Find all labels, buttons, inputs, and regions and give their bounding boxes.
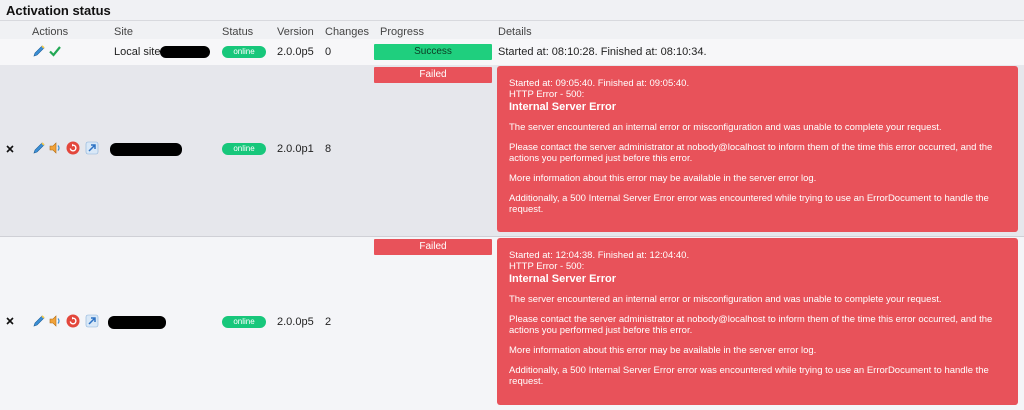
version-text: 2.0.0p5	[277, 316, 314, 328]
title-divider	[0, 20, 1024, 21]
open-site-icon[interactable]	[85, 314, 99, 328]
close-icon[interactable]	[4, 315, 16, 327]
edit-icon[interactable]	[32, 44, 46, 58]
edit-icon[interactable]	[32, 141, 46, 155]
error-paragraph: Additionally, a 500 Internal Server Erro…	[509, 365, 989, 387]
changes-count: 0	[325, 46, 332, 58]
header-version: Version	[277, 26, 314, 38]
header-changes: Changes	[325, 26, 370, 38]
progress-bar: Success	[374, 44, 492, 60]
error-http-code: HTTP Error - 500:	[509, 261, 585, 272]
version-text: 2.0.0p1	[277, 143, 314, 155]
redacted-text	[160, 46, 210, 58]
error-heading: Internal Server Error	[509, 273, 616, 285]
table-row: online 2.0.0p1 8 Failed Started at: 09:0…	[0, 65, 1024, 236]
error-paragraph: More information about this error may be…	[509, 173, 817, 184]
error-paragraph: The server encountered an internal error…	[509, 122, 942, 133]
status-badge: online	[222, 46, 266, 58]
changes-count: 8	[325, 143, 332, 155]
site-name: Local site	[114, 46, 161, 58]
header-details: Details	[498, 26, 532, 38]
details-text: Started at: 08:10:28. Finished at: 08:10…	[498, 46, 707, 58]
error-paragraph: Additionally, a 500 Internal Server Erro…	[509, 193, 989, 215]
redacted-text	[108, 316, 166, 329]
speaker-icon[interactable]	[48, 314, 62, 328]
header-status: Status	[222, 26, 254, 38]
error-details: Started at: 09:05:40. Finished at: 09:05…	[497, 66, 1018, 232]
table-row: online 2.0.0p5 2 Failed Started at: 12:0…	[0, 237, 1024, 410]
error-timing: Started at: 09:05:40. Finished at: 09:05…	[509, 78, 690, 89]
restart-icon[interactable]	[66, 141, 80, 155]
open-site-icon[interactable]	[85, 141, 99, 155]
header-progress: Progress	[380, 26, 425, 38]
error-http-code: HTTP Error - 500:	[509, 89, 585, 100]
activation-status-page: Activation status Actions Site Status Ve…	[0, 0, 1024, 410]
restart-icon[interactable]	[66, 314, 80, 328]
page-title: Activation status	[6, 3, 111, 18]
redacted-text	[110, 143, 182, 156]
status-badge: online	[222, 143, 266, 155]
header-site: Site	[114, 26, 133, 38]
error-paragraph: Please contact the server administrator …	[509, 314, 993, 336]
error-timing: Started at: 12:04:38. Finished at: 12:04…	[509, 250, 690, 261]
checkmark-icon	[49, 46, 61, 57]
edit-icon[interactable]	[32, 314, 46, 328]
status-badge: online	[222, 316, 266, 328]
error-paragraph: The server encountered an internal error…	[509, 294, 942, 305]
error-details: Started at: 12:04:38. Finished at: 12:04…	[497, 238, 1018, 405]
progress-bar: Failed	[374, 67, 492, 83]
version-text: 2.0.0p5	[277, 46, 314, 58]
table-row: Local site online 2.0.0p5 0 Success Star…	[0, 39, 1024, 65]
changes-count: 2	[325, 316, 332, 328]
error-heading: Internal Server Error	[509, 101, 616, 113]
error-paragraph: Please contact the server administrator …	[509, 142, 993, 164]
error-paragraph: More information about this error may be…	[509, 345, 817, 356]
speaker-icon[interactable]	[48, 141, 62, 155]
header-actions: Actions	[32, 26, 69, 38]
progress-bar: Failed	[374, 239, 492, 255]
close-icon[interactable]	[4, 143, 16, 155]
